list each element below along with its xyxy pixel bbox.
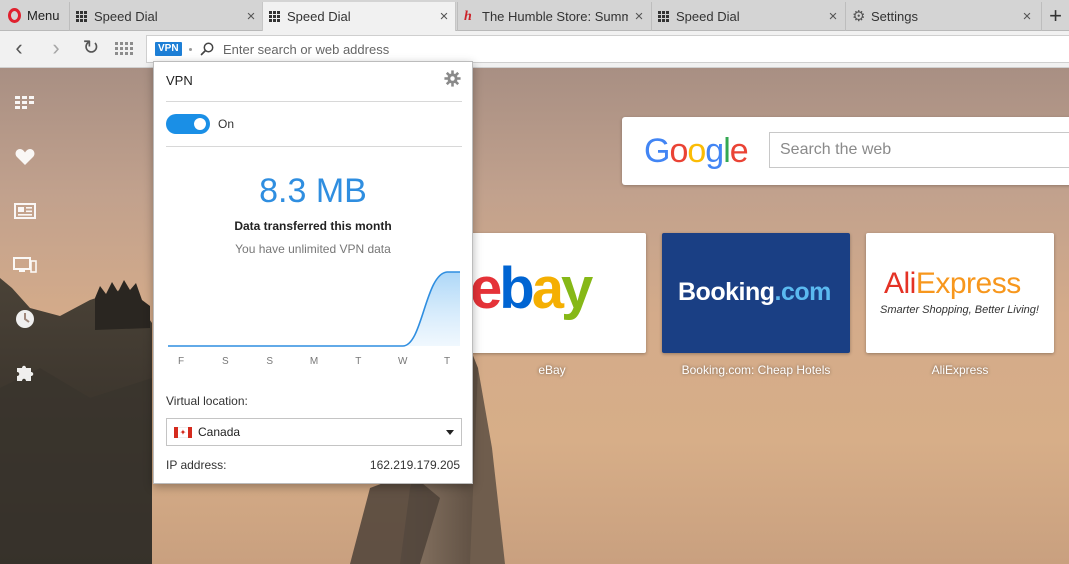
close-icon[interactable]: × xyxy=(1016,8,1038,25)
speed-dial-grid-icon[interactable] xyxy=(115,42,134,56)
vpn-toggle-label: On xyxy=(218,117,235,131)
aliexpress-tagline: Smarter Shopping, Better Living! xyxy=(880,304,1039,316)
chevron-down-icon xyxy=(446,430,454,435)
close-icon[interactable]: × xyxy=(240,8,262,25)
back-button[interactable]: ‹ xyxy=(6,37,32,61)
chart-area-fill xyxy=(168,272,460,346)
divider xyxy=(166,146,462,147)
heart-icon[interactable] xyxy=(12,145,38,169)
tile-caption-aliexpress[interactable]: AliExpress xyxy=(860,363,1060,377)
tile-caption-ebay[interactable]: eBay xyxy=(452,363,652,377)
chart-x-tick-label: S xyxy=(222,356,229,367)
ip-address-value: 162.219.179.205 xyxy=(369,458,460,472)
vpn-popup: VPN On 8.3 MB Data transferred this mont… xyxy=(153,61,473,484)
speed-dial-tile-booking[interactable]: Booking.com xyxy=(662,233,850,353)
unlimited-data-note: You have unlimited VPN data xyxy=(235,242,391,256)
google-search-input[interactable] xyxy=(769,132,1069,168)
google-search-widget: Google xyxy=(622,117,1069,185)
tab-title: Speed Dial xyxy=(287,9,351,24)
gear-icon[interactable] xyxy=(444,70,461,87)
virtual-location-value: Canada xyxy=(198,425,241,439)
close-icon[interactable]: × xyxy=(822,8,844,25)
ip-address-label: IP address: xyxy=(166,458,227,472)
tab-speed-dial-1[interactable]: Speed Dial × xyxy=(69,2,262,31)
devices-icon[interactable] xyxy=(12,253,38,277)
opera-logo-icon xyxy=(8,8,21,23)
humble-bundle-icon: h xyxy=(464,8,472,24)
speed-dial-icon[interactable] xyxy=(12,91,38,115)
chart-x-tick-label: S xyxy=(266,356,273,367)
booking-logo: Booking.com xyxy=(678,278,831,306)
google-logo: Google xyxy=(644,132,749,170)
tab-title: Speed Dial xyxy=(94,9,158,24)
chart-x-tick-label: T xyxy=(444,356,450,367)
tab-title: Speed Dial xyxy=(676,9,740,24)
news-icon[interactable] xyxy=(12,199,38,223)
sidebar xyxy=(0,68,50,564)
chart-x-tick-label: M xyxy=(310,356,318,367)
tab-strip: Menu Speed Dial × Speed Dial × h The Hum… xyxy=(0,0,1069,31)
speed-dial-icon xyxy=(76,10,89,23)
speed-dial-icon xyxy=(269,10,282,23)
data-usage-chart: FSSMTWT xyxy=(168,271,460,367)
tab-title: Settings xyxy=(871,9,918,24)
speed-dial-tile-ebay[interactable]: ebay xyxy=(458,233,646,353)
close-icon[interactable]: × xyxy=(628,8,650,25)
divider xyxy=(166,101,462,102)
tab-humble-store[interactable]: h The Humble Store: Summe × xyxy=(457,2,650,31)
speed-dial-tile-aliexpress[interactable]: AliExpress Smarter Shopping, Better Livi… xyxy=(866,233,1054,353)
tile-caption-booking[interactable]: Booking.com: Cheap Hotels xyxy=(656,363,856,377)
search-icon xyxy=(200,42,214,56)
data-transferred-amount: 8.3 MB xyxy=(259,172,367,210)
chart-x-tick-label: F xyxy=(178,356,184,367)
address-bar[interactable]: VPN xyxy=(146,35,1069,63)
aliexpress-logo: AliExpress xyxy=(884,267,1021,300)
toggle-knob xyxy=(194,118,206,130)
address-input[interactable] xyxy=(223,37,823,61)
gear-icon: ⚙ xyxy=(852,8,866,25)
tab-settings[interactable]: ⚙ Settings × xyxy=(845,2,1038,31)
extensions-icon[interactable] xyxy=(12,361,38,385)
chart-x-tick-label: T xyxy=(355,356,361,367)
chart-x-tick-label: W xyxy=(398,356,408,367)
forward-button[interactable]: › xyxy=(43,37,69,61)
opera-menu-button[interactable]: Menu xyxy=(0,0,68,31)
vpn-toggle[interactable] xyxy=(166,114,210,134)
tab-speed-dial-2[interactable]: Speed Dial × xyxy=(262,2,456,31)
virtual-location-select[interactable]: ✦ Canada xyxy=(166,418,462,446)
tab-title: The Humble Store: Summe xyxy=(482,9,628,24)
close-icon[interactable]: × xyxy=(433,8,455,25)
virtual-location-label: Virtual location: xyxy=(166,394,248,408)
history-icon[interactable] xyxy=(12,307,38,331)
new-tab-button[interactable]: + xyxy=(1041,2,1069,31)
data-transferred-caption: Data transferred this month xyxy=(234,219,392,233)
vpn-separator xyxy=(189,48,192,51)
vpn-badge-button[interactable]: VPN xyxy=(155,42,182,56)
menu-label: Menu xyxy=(27,8,60,23)
tab-speed-dial-3[interactable]: Speed Dial × xyxy=(651,2,844,31)
ebay-logo: ebay xyxy=(470,256,593,321)
reload-button[interactable]: ↻ xyxy=(78,37,104,61)
speed-dial-icon xyxy=(658,10,671,23)
vpn-popup-title: VPN xyxy=(166,73,193,88)
canada-flag-icon: ✦ xyxy=(174,427,192,438)
